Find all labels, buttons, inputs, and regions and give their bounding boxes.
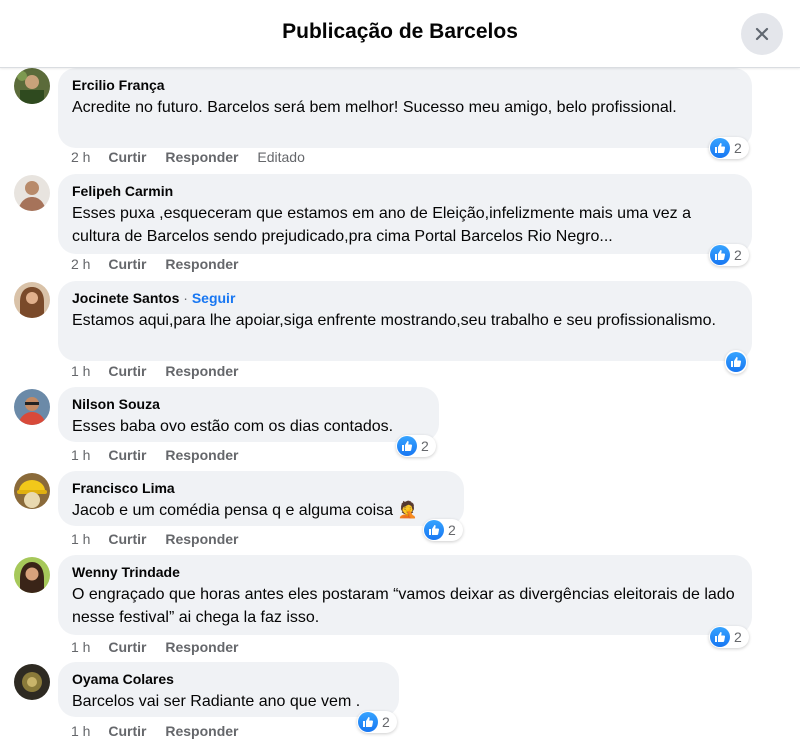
reaction-count: 2: [448, 522, 456, 538]
reaction-badge[interactable]: 2: [709, 244, 749, 266]
comment-text: Esses puxa ,esqueceram que estamos em an…: [72, 205, 691, 245]
thumbs-up-icon: [710, 245, 730, 265]
like-link[interactable]: Curtir: [108, 363, 146, 379]
comment-author[interactable]: Oyama Colares: [72, 670, 385, 688]
comment-meta: 2 h Curtir Responder: [71, 256, 254, 272]
like-link[interactable]: Curtir: [108, 531, 146, 547]
comment-author-name[interactable]: Jocinete Santos: [72, 290, 179, 306]
comment-author[interactable]: Nilson Souza: [72, 395, 425, 413]
close-icon: [755, 27, 769, 41]
reply-link[interactable]: Responder: [165, 723, 238, 739]
avatar[interactable]: [14, 175, 50, 211]
comment-bubble: Oyama Colares Barcelos vai ser Radiante …: [58, 662, 399, 717]
comment-text: Acredite no futuro. Barcelos será bem me…: [72, 99, 677, 116]
avatar[interactable]: [14, 557, 50, 593]
comment-author[interactable]: Ercilio França: [72, 76, 738, 94]
comment-meta: 2 h Curtir Responder Editado: [71, 149, 320, 165]
reaction-count: 2: [421, 438, 429, 454]
avatar[interactable]: [14, 473, 50, 509]
comment-author[interactable]: Felipeh Carmin: [72, 182, 738, 200]
reply-link[interactable]: Responder: [165, 363, 238, 379]
comment-time[interactable]: 1 h: [71, 639, 90, 655]
reaction-badge[interactable]: 2: [396, 435, 436, 457]
thumbs-up-icon: [726, 352, 746, 372]
thumbs-up-icon: [710, 138, 730, 158]
avatar[interactable]: [14, 282, 50, 318]
comment-meta: 1 h Curtir Responder: [71, 447, 254, 463]
like-link[interactable]: Curtir: [108, 256, 146, 272]
like-link[interactable]: Curtir: [108, 639, 146, 655]
like-link[interactable]: Curtir: [108, 149, 146, 165]
avatar[interactable]: [14, 389, 50, 425]
reaction-count: 2: [734, 247, 742, 263]
comment-author: Jocinete Santos · Seguir: [72, 289, 738, 307]
comment-text: Jacob e um comédia pensa q e alguma cois…: [72, 502, 418, 519]
reaction-badge[interactable]: 2: [423, 519, 463, 541]
comment-author[interactable]: Wenny Trindade: [72, 563, 738, 581]
reply-link[interactable]: Responder: [165, 531, 238, 547]
comment-time[interactable]: 2 h: [71, 149, 90, 165]
comment-meta: 1 h Curtir Responder: [71, 723, 254, 739]
comment-bubble: Wenny Trindade O engraçado que horas ant…: [58, 555, 752, 635]
comment-time[interactable]: 1 h: [71, 723, 90, 739]
comment-text: Esses baba ovo estão com os dias contado…: [72, 418, 394, 435]
comment-meta: 1 h Curtir Responder: [71, 363, 254, 379]
comment-time[interactable]: 1 h: [71, 363, 90, 379]
comment-meta: 1 h Curtir Responder: [71, 531, 254, 547]
thumbs-up-icon: [424, 520, 444, 540]
dialog-title: Publicação de Barcelos: [282, 20, 518, 43]
comment-text: Barcelos vai ser Radiante ano que vem .: [72, 693, 361, 710]
comment-time[interactable]: 1 h: [71, 447, 90, 463]
comment-list: Ercilio França Acredite no futuro. Barce…: [0, 0, 800, 746]
dialog-header: Publicação de Barcelos: [0, 0, 800, 68]
thumbs-up-icon: [358, 712, 378, 732]
thumbs-up-icon: [397, 436, 417, 456]
reply-link[interactable]: Responder: [165, 639, 238, 655]
follow-link[interactable]: Seguir: [192, 290, 236, 306]
reaction-badge[interactable]: [725, 350, 747, 374]
reply-link[interactable]: Responder: [165, 149, 238, 165]
like-link[interactable]: Curtir: [108, 723, 146, 739]
thumbs-up-icon: [710, 627, 730, 647]
comment-text: Estamos aqui,para lhe apoiar,siga enfren…: [72, 312, 716, 329]
reaction-badge[interactable]: 2: [709, 626, 749, 648]
comment-bubble: Jocinete Santos · Seguir Estamos aqui,pa…: [58, 281, 752, 361]
reply-link[interactable]: Responder: [165, 256, 238, 272]
comment-time[interactable]: 2 h: [71, 256, 90, 272]
reaction-badge[interactable]: 2: [709, 137, 749, 159]
comment-time[interactable]: 1 h: [71, 531, 90, 547]
separator-dot: ·: [179, 290, 192, 306]
reaction-badge[interactable]: 2: [357, 711, 397, 733]
comment-author[interactable]: Francisco Lima: [72, 479, 450, 497]
comment-bubble: Nilson Souza Esses baba ovo estão com os…: [58, 387, 439, 442]
reaction-count: 2: [734, 629, 742, 645]
reaction-count: 2: [382, 714, 390, 730]
comment-text: O engraçado que horas antes eles postara…: [72, 586, 735, 626]
like-link[interactable]: Curtir: [108, 447, 146, 463]
reply-link[interactable]: Responder: [165, 447, 238, 463]
comment-meta: 1 h Curtir Responder: [71, 639, 254, 655]
comment-bubble: Ercilio França Acredite no futuro. Barce…: [58, 68, 752, 148]
avatar[interactable]: [14, 68, 50, 104]
comment-bubble: Francisco Lima Jacob e um comédia pensa …: [58, 471, 464, 526]
comment-bubble: Felipeh Carmin Esses puxa ,esqueceram qu…: [58, 174, 752, 254]
edited-label[interactable]: Editado: [257, 149, 304, 165]
avatar[interactable]: [14, 664, 50, 700]
close-button[interactable]: [741, 13, 783, 55]
reaction-count: 2: [734, 140, 742, 156]
